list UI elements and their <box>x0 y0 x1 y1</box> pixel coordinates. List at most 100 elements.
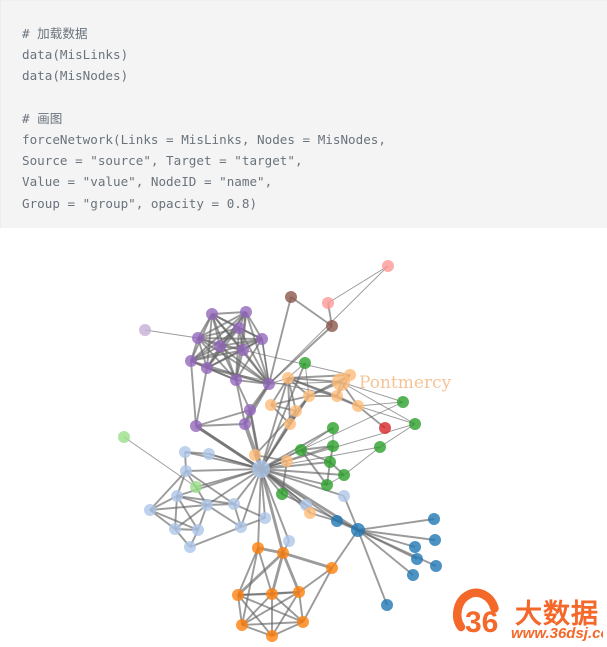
network-node[interactable] <box>297 616 309 628</box>
network-node[interactable] <box>321 479 333 491</box>
network-node[interactable] <box>281 455 293 467</box>
network-nodes[interactable] <box>118 260 442 642</box>
network-node[interactable] <box>295 444 307 456</box>
network-node[interactable] <box>236 619 248 631</box>
network-node[interactable] <box>214 340 226 352</box>
network-node[interactable] <box>324 456 336 468</box>
network-node[interactable] <box>179 446 191 458</box>
network-node[interactable] <box>235 521 247 533</box>
network-node[interactable] <box>206 308 218 320</box>
network-node[interactable] <box>338 469 350 481</box>
network-node[interactable] <box>299 357 311 369</box>
network-link <box>343 446 381 476</box>
network-node[interactable] <box>192 524 204 536</box>
network-node[interactable] <box>290 405 302 417</box>
network-node[interactable] <box>379 422 391 434</box>
network-node[interactable] <box>331 515 343 527</box>
watermark-logo: 36 大数据 www.36dsj.com <box>451 583 603 641</box>
code-line: Group = "group", opacity = 0.8) <box>22 195 258 211</box>
network-node[interactable] <box>352 400 364 412</box>
network-node[interactable] <box>252 542 264 554</box>
network-node[interactable] <box>185 355 197 367</box>
network-node[interactable] <box>266 588 278 600</box>
network-node[interactable] <box>284 418 296 430</box>
network-node[interactable] <box>381 599 393 611</box>
network-link <box>240 468 262 528</box>
network-node[interactable] <box>407 569 419 581</box>
network-link <box>357 518 435 531</box>
network-node[interactable] <box>190 481 202 493</box>
code-line: Source = "source", Target = "target", <box>22 153 303 169</box>
network-link <box>149 470 187 511</box>
code-listing: # 加载数据 data(MisLinks) data(MisNodes) # 画图 fo… <box>22 23 386 214</box>
network-node[interactable] <box>338 490 350 502</box>
network-node[interactable] <box>304 507 316 519</box>
network-link <box>302 567 333 623</box>
network-node[interactable] <box>283 535 295 547</box>
network-node[interactable] <box>171 490 183 502</box>
network-node[interactable] <box>169 523 181 535</box>
network-node[interactable] <box>192 332 204 344</box>
network-node[interactable] <box>118 431 130 443</box>
network-node[interactable] <box>230 374 242 386</box>
network-node[interactable] <box>430 560 442 572</box>
logo-36-text: 36 <box>465 606 498 639</box>
logo-mark-36: 36 <box>453 588 499 639</box>
network-node[interactable] <box>190 420 202 432</box>
network-node[interactable] <box>139 324 151 336</box>
network-node[interactable] <box>331 390 343 402</box>
network-node[interactable] <box>184 541 196 553</box>
network-node[interactable] <box>266 630 278 642</box>
network-links <box>123 265 437 637</box>
network-node[interactable] <box>201 362 213 374</box>
network-node[interactable] <box>240 306 252 318</box>
network-node[interactable] <box>252 460 270 478</box>
network-node[interactable] <box>293 586 305 598</box>
network-node[interactable] <box>397 396 409 408</box>
network-node[interactable] <box>232 589 244 601</box>
network-node[interactable] <box>201 499 213 511</box>
code-line: data(MisLinks) <box>22 47 129 63</box>
page-root: # 加载数据 data(MisLinks) data(MisNodes) # 画图 fo… <box>0 0 607 647</box>
network-node[interactable] <box>409 418 421 430</box>
network-node[interactable] <box>265 399 277 411</box>
network-link <box>195 367 208 427</box>
network-node[interactable] <box>144 504 156 516</box>
network-link <box>281 552 301 593</box>
network-link <box>235 379 246 425</box>
network-node[interactable] <box>303 390 315 402</box>
code-line: data(MisNodes) <box>22 68 129 84</box>
network-node[interactable] <box>429 534 441 546</box>
node-hover-label: Pontmercy <box>359 373 452 393</box>
network-node[interactable] <box>409 541 421 553</box>
network-node[interactable] <box>203 448 215 460</box>
network-node[interactable] <box>282 372 294 384</box>
network-node[interactable] <box>322 297 334 309</box>
network-node[interactable] <box>237 344 249 356</box>
network-node[interactable] <box>249 449 261 461</box>
network-link <box>340 381 404 403</box>
network-link <box>282 551 333 570</box>
network-node[interactable] <box>327 422 339 434</box>
network-node[interactable] <box>276 488 288 500</box>
network-node[interactable] <box>233 322 245 334</box>
network-node[interactable] <box>259 512 271 524</box>
network-node[interactable] <box>263 378 275 390</box>
network-node[interactable] <box>326 320 338 332</box>
network-node[interactable] <box>327 440 339 452</box>
network-node[interactable] <box>382 260 394 272</box>
network-node[interactable] <box>411 553 423 565</box>
code-block: # 加载数据 data(MisLinks) data(MisNodes) # 画图 fo… <box>0 0 607 228</box>
network-node[interactable] <box>351 523 365 537</box>
network-node[interactable] <box>428 513 440 525</box>
network-node[interactable] <box>244 404 256 416</box>
network-node[interactable] <box>180 465 192 477</box>
network-node[interactable] <box>374 441 386 453</box>
network-node[interactable] <box>285 291 297 303</box>
network-node[interactable] <box>239 418 251 430</box>
network-node[interactable] <box>256 333 268 345</box>
network-node[interactable] <box>228 498 240 510</box>
network-node[interactable] <box>344 369 356 381</box>
network-node[interactable] <box>277 547 289 559</box>
network-node[interactable] <box>326 562 338 574</box>
